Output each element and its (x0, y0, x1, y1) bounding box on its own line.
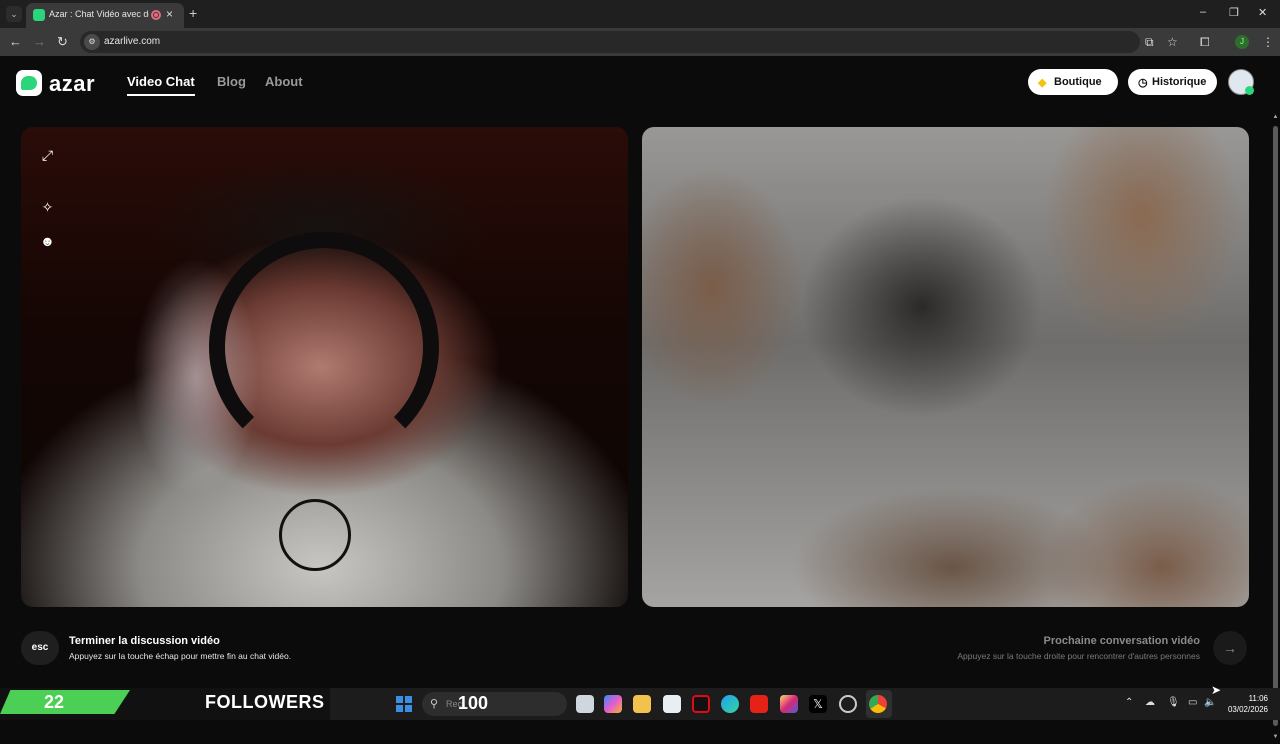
clock-icon: ◷ (1138, 77, 1148, 89)
site-info-icon[interactable]: ⚙ (84, 34, 100, 50)
clock-time[interactable]: 11:06 (1240, 694, 1268, 703)
azar-page: azar Video Chat Blog About ◆ Boutique ◷ … (0, 56, 1280, 744)
followers-count-bg (0, 690, 130, 714)
nav-video-chat[interactable]: Video Chat (127, 74, 195, 89)
scroll-thumb[interactable] (1273, 126, 1278, 726)
url-text: azarlive.com (104, 36, 161, 47)
magic-wand-icon[interactable]: ✧ (40, 200, 55, 215)
clock-date[interactable]: 03/02/2026 (1224, 705, 1268, 714)
end-chat-subtitle: Appuyez sur la touche échap pour mettre … (69, 651, 292, 661)
azar-logo[interactable]: azar (16, 70, 106, 96)
folder-icon[interactable] (633, 695, 651, 713)
followers-label: FOLLOWERS (205, 692, 325, 712)
minimize-icon[interactable]: – (1200, 6, 1206, 18)
reload-icon[interactable]: ↻ (57, 34, 68, 50)
followers-count: 22 (44, 692, 65, 712)
address-bar[interactable]: ⚙ azarlive.com (80, 31, 1140, 53)
next-chat-title: Prochaine conversation vidéo (1043, 635, 1201, 647)
netflix-icon[interactable] (692, 695, 710, 713)
cast-icon[interactable]: ⧉ (1145, 35, 1154, 50)
onedrive-icon[interactable]: ☁ (1145, 697, 1155, 708)
webcam-subject (209, 232, 439, 462)
volume-icon[interactable]: 🔈 (1204, 697, 1216, 708)
tab-search-icon[interactable]: ⌄ (6, 6, 22, 22)
next-chat-subtitle: Appuyez sur la touche droite pour rencon… (957, 651, 1200, 661)
search-icon: ⚲ (430, 698, 439, 710)
gem-icon: ◆ (1038, 77, 1047, 89)
hoodie-emblem (279, 499, 351, 571)
network-icon[interactable]: ▭ (1188, 697, 1197, 708)
taskbar-search[interactable]: ⚲ Rec 100 (422, 692, 567, 716)
face-filter-icon[interactable]: ☻ (40, 234, 55, 249)
historique-label: Historique (1152, 76, 1207, 88)
close-tab-icon[interactable]: × (166, 7, 173, 21)
page-scrollbar[interactable]: ▲ ▼ (1271, 112, 1280, 744)
expand-icon[interactable]: ⤢ (40, 148, 55, 163)
boutique-button[interactable]: ◆ Boutique (1028, 69, 1118, 95)
boutique-label: Boutique (1054, 76, 1102, 88)
close-window-icon[interactable]: ✕ (1258, 6, 1267, 19)
azar-logo-icon (16, 70, 42, 96)
windows-start-icon[interactable] (396, 696, 412, 712)
nav-about[interactable]: About (265, 74, 303, 89)
end-chat-title: Terminer la discussion vidéo (69, 635, 220, 647)
historique-button[interactable]: ◷ Historique (1128, 69, 1217, 95)
profile-icon[interactable]: J (1235, 35, 1249, 49)
back-icon[interactable]: ← (9, 34, 22, 49)
next-arrow-button[interactable]: → (1213, 631, 1247, 665)
app-icon[interactable] (839, 695, 857, 713)
store-icon[interactable] (663, 695, 681, 713)
x-icon[interactable]: 𝕏 (809, 695, 827, 713)
task-view-icon[interactable] (576, 695, 594, 713)
esc-button[interactable]: esc (21, 631, 59, 665)
overlay-count: 100 (458, 693, 489, 713)
edge-icon[interactable] (721, 695, 739, 713)
bookmark-star-icon[interactable]: ☆ (1167, 35, 1178, 49)
scroll-up-icon[interactable]: ▲ (1271, 114, 1280, 120)
new-tab-icon[interactable]: + (189, 5, 197, 21)
extensions-icon[interactable]: ⧠ (1200, 35, 1210, 50)
browser-tab[interactable]: Azar : Chat Vidéo avec de n × (26, 3, 184, 28)
browser-toolbar: ← → ↻ ⚙ azarlive.com ⧉ ☆ ⧠ J ⋮ (0, 28, 1280, 56)
nav-active-underline (127, 94, 195, 96)
maximize-icon[interactable]: ❐ (1229, 6, 1239, 19)
browser-tab-bar: ⌄ Azar : Chat Vidéo avec de n × + – ❐ ✕ (0, 0, 1280, 28)
recording-icon (151, 10, 161, 20)
azar-favicon-icon (33, 9, 45, 21)
instagram-icon[interactable] (780, 695, 798, 713)
forward-icon[interactable]: → (33, 34, 46, 49)
remote-video-blurred (642, 127, 1249, 607)
online-badge (1245, 86, 1254, 95)
youtube-icon[interactable] (750, 695, 768, 713)
chrome-icon[interactable] (869, 695, 887, 713)
microphone-icon[interactable]: 🎙 (1167, 697, 1180, 708)
mouse-cursor-icon: ➤ (1211, 683, 1222, 697)
nav-blog[interactable]: Blog (217, 74, 246, 89)
windows-taskbar: 22 FOLLOWERS ⚲ Rec 100 𝕏 ⌃ ☁ 🎙 ▭ 🔈 11:06… (0, 688, 1280, 720)
menu-icon[interactable]: ⋮ (1262, 35, 1274, 49)
tab-title: Azar : Chat Vidéo avec de n (49, 9, 149, 19)
followers-overlay: 22 FOLLOWERS (0, 688, 330, 720)
logo-text: azar (49, 71, 96, 96)
local-video: ⤢ ✧ ☻ (21, 127, 628, 607)
copilot-icon[interactable] (604, 695, 622, 713)
tray-chevron-icon[interactable]: ⌃ (1125, 697, 1133, 708)
scroll-down-icon[interactable]: ▼ (1271, 734, 1280, 740)
